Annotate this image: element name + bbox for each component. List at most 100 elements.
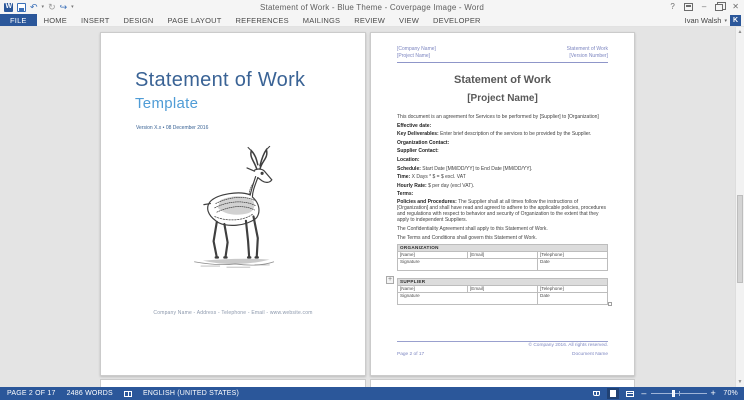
supplier-signature-table[interactable]: SUPPLIER [Name] [Email] [Telephone] Sign… [397, 277, 608, 305]
page-header: [Company Name] [Project Name] Statement … [397, 46, 608, 63]
read-mode-icon [592, 391, 600, 396]
field-label: Time: [397, 174, 411, 181]
zoom-level[interactable]: 70% [720, 390, 738, 397]
field-label: Schedule: [397, 165, 421, 172]
zoom-out-button[interactable]: – [641, 389, 646, 398]
tab-insert[interactable]: INSERT [74, 14, 117, 26]
repeat-button[interactable]: ↪ [60, 2, 68, 12]
undo-dropdown-icon[interactable]: ▾ [42, 4, 45, 10]
word-count[interactable]: 2486 WORDS [67, 390, 113, 397]
scroll-up-icon[interactable]: ▲ [736, 29, 744, 35]
web-layout-button[interactable] [624, 388, 636, 399]
tab-view[interactable]: VIEW [392, 14, 426, 26]
next-page-partial [370, 379, 635, 387]
antelope-engraving-image [179, 141, 287, 284]
read-mode-button[interactable] [590, 388, 602, 399]
cover-version-line: Version X.x • 08 December 2016 [136, 125, 209, 131]
telephone-cell[interactable]: [Telephone] [537, 284, 608, 293]
cover-subtitle: Template [135, 95, 199, 112]
email-cell[interactable]: [Email] [467, 250, 538, 259]
email-cell[interactable]: [Email] [467, 284, 538, 293]
redo-button[interactable]: ↻ [48, 2, 56, 12]
date-cell[interactable]: Date [537, 291, 608, 305]
title-bar: ↶ ▾ ↻ ↪ ▾ Statement of Work - Blue Theme… [0, 0, 744, 14]
table-move-handle-icon[interactable]: + [386, 276, 394, 284]
cover-page[interactable]: Statement of Work Template Version X.x •… [100, 32, 366, 376]
tab-review[interactable]: REVIEW [347, 14, 392, 26]
page-footer: © Company 2016. All rights reserved. Pag… [397, 341, 608, 357]
print-layout-button[interactable] [607, 388, 620, 399]
field-key-deliverables: Key Deliverables: Enter brief descriptio… [397, 131, 608, 137]
zoom-in-button[interactable]: + [711, 389, 716, 398]
tab-page-layout[interactable]: PAGE LAYOUT [161, 14, 229, 26]
scrollbar-thumb[interactable] [737, 195, 743, 283]
customize-qat-button[interactable]: ▾ [71, 4, 74, 10]
footer-copyright: © Company 2016. All rights reserved. [528, 343, 608, 348]
window-controls: ? – ✕ [670, 0, 742, 14]
table-resize-handle[interactable] [608, 302, 612, 306]
minimize-button[interactable]: – [702, 2, 706, 12]
help-button[interactable]: ? [670, 2, 674, 12]
name-cell[interactable]: [Name] [397, 250, 468, 259]
organization-signature-table[interactable]: ORGANIZATION [Name] [Email] [Telephone] … [397, 243, 608, 271]
user-dropdown-icon[interactable]: ▾ [724, 18, 727, 24]
field-text: X Days * $ = $ excl. VAT [410, 174, 466, 181]
cover-footer-line: Company Name - Address - Telephone - Ema… [153, 310, 313, 316]
restore-window-button[interactable] [715, 1, 727, 11]
field-hourly-rate: Hourly Rate: $ per day (excl VAT). [397, 183, 608, 189]
name-cell[interactable]: [Name] [397, 284, 468, 293]
ribbon-display-options-button[interactable] [683, 3, 693, 11]
field-terms: Terms: [397, 191, 608, 197]
policies-paragraph: Policies and Procedures: The Supplier sh… [397, 199, 608, 224]
user-avatar[interactable]: K [730, 15, 741, 26]
document-body: This document is an agreement for Servic… [397, 114, 608, 241]
tab-mailings[interactable]: MAILINGS [296, 14, 347, 26]
signature-cell[interactable]: Signature [397, 291, 538, 305]
document-page[interactable]: [Company Name] [Project Name] Statement … [370, 32, 635, 376]
field-text: $ per day (excl VAT). [426, 182, 475, 189]
quick-access-toolbar: ↶ ▾ ↻ ↪ ▾ [0, 2, 74, 12]
date-cell[interactable]: Date [537, 257, 608, 271]
field-organization-contact: Organization Contact: [397, 140, 608, 146]
cover-title: Statement of Work [135, 69, 306, 91]
field-text: Enter brief description of the services … [438, 131, 592, 138]
language-indicator[interactable]: ENGLISH (UNITED STATES) [143, 390, 239, 397]
save-button[interactable] [17, 2, 26, 12]
zoom-slider-thumb[interactable] [671, 390, 675, 397]
field-label: Hourly Rate: [397, 182, 427, 189]
telephone-cell[interactable]: [Telephone] [537, 250, 608, 259]
word-logo-icon [4, 2, 13, 12]
next-page-partial [100, 379, 366, 387]
user-name: Ivan Walsh [684, 16, 722, 25]
table-title: SUPPLIER [397, 277, 608, 286]
field-label: Location: [397, 156, 420, 163]
scroll-down-icon[interactable]: ▼ [736, 379, 744, 385]
document-heading: Statement of Work [454, 74, 551, 86]
ribbon-tab-row: FILE HOME INSERT DESIGN PAGE LAYOUT REFE… [0, 14, 744, 27]
vertical-scrollbar[interactable]: ▲ ▼ [735, 27, 744, 387]
tab-design[interactable]: DESIGN [117, 14, 161, 26]
page-indicator[interactable]: PAGE 2 OF 17 [7, 390, 56, 397]
tab-references[interactable]: REFERENCES [229, 14, 296, 26]
document-canvas: Statement of Work Template Version X.x •… [0, 27, 744, 387]
status-bar: PAGE 2 OF 17 2486 WORDS ENGLISH (UNITED … [0, 387, 744, 400]
proofing-status-icon[interactable] [123, 390, 132, 397]
tab-developer[interactable]: DEVELOPER [426, 14, 488, 26]
field-supplier-contact: Supplier Contact: [397, 148, 608, 154]
header-project: [Project Name] [397, 53, 431, 59]
undo-button[interactable]: ↶ [30, 2, 38, 12]
header-doc-title: Statement of Work [566, 46, 608, 52]
confidentiality-line: The Confidentiality Agreement shall appl… [397, 226, 548, 233]
close-button[interactable]: ✕ [732, 2, 739, 12]
table-title: ORGANIZATION [397, 243, 608, 252]
footer-page-number: Page 2 of 17 [397, 352, 425, 357]
intro-paragraph: This document is an agreement for Servic… [397, 114, 599, 120]
footer-rule [397, 341, 608, 342]
zoom-slider[interactable] [650, 389, 707, 398]
print-layout-icon [610, 390, 617, 397]
field-location: Location: [397, 157, 608, 163]
tab-home[interactable]: HOME [37, 14, 74, 26]
tab-file[interactable]: FILE [0, 14, 37, 26]
signature-cell[interactable]: Signature [397, 257, 538, 271]
account-area[interactable]: Ivan Walsh ▾ K [685, 14, 741, 27]
